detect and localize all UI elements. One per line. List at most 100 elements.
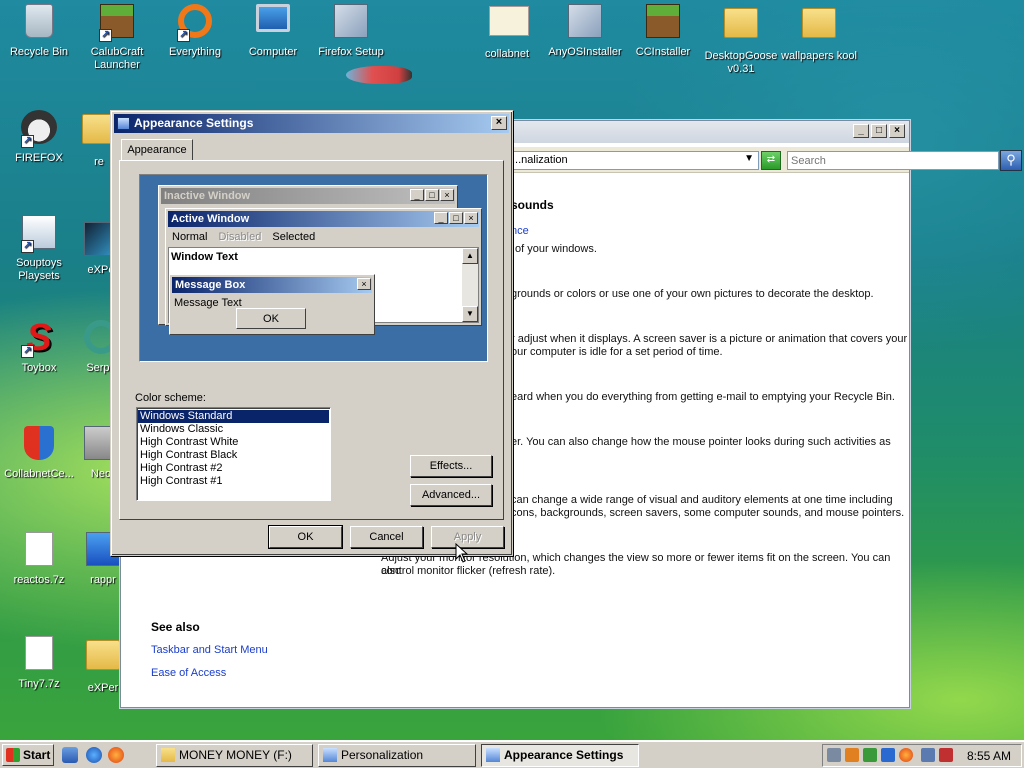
raccoon-icon: ↗ bbox=[21, 110, 57, 148]
desktop-icon-calubcraft[interactable]: ↗ CalubCraft Launcher bbox=[78, 4, 156, 72]
preview-message-box: Message Box × Message Text OK bbox=[169, 274, 375, 335]
search-input[interactable] bbox=[787, 151, 999, 170]
taskbar-start-menu-link[interactable]: Taskbar and Start Menu bbox=[151, 644, 268, 656]
close-icon: × bbox=[440, 189, 454, 201]
color-scheme-listbox[interactable]: Windows Standard Windows Classic High Co… bbox=[136, 407, 331, 501]
desktop-icon-anyosinstaller[interactable]: AnyOSInstaller bbox=[546, 4, 624, 59]
preview-msgbox-title: Message Box bbox=[172, 277, 372, 293]
desktop-icon-ccinstaller[interactable]: CCInstaller bbox=[624, 4, 702, 59]
personalization-icon bbox=[323, 748, 337, 762]
task-appearance-settings[interactable]: Appearance Settings bbox=[481, 744, 639, 767]
see-also-heading: See also bbox=[151, 620, 200, 634]
security-icon[interactable] bbox=[881, 748, 895, 762]
dialog-titlebar[interactable]: Appearance Settings × bbox=[114, 114, 509, 133]
firefox-icon[interactable] bbox=[108, 747, 124, 763]
certificate-icon bbox=[489, 6, 529, 42]
desktop-icon-label: reactos.7z bbox=[13, 574, 65, 586]
advanced-button[interactable]: Advanced... bbox=[410, 484, 492, 506]
preview-menu-bar: Normal Disabled Selected bbox=[168, 229, 319, 245]
scheme-option[interactable]: High Contrast #1 bbox=[138, 475, 329, 488]
desktop-icon-label: Neo bbox=[90, 468, 112, 480]
desktop-icon-wallpapers[interactable]: wallpapers kool bbox=[780, 4, 858, 63]
network-icon[interactable] bbox=[863, 748, 877, 762]
show-desktop-icon[interactable] bbox=[62, 747, 78, 763]
section-heading: sounds bbox=[511, 198, 554, 212]
desktop-icon-label: Recycle Bin bbox=[9, 46, 69, 58]
minimize-button[interactable]: _ bbox=[853, 124, 869, 138]
desktop-icon-label: FIREFOX bbox=[15, 152, 63, 164]
folder-icon bbox=[723, 8, 759, 44]
desktop-icon-collabnet[interactable]: collabnet bbox=[468, 4, 546, 61]
scheme-option[interactable]: High Contrast Black bbox=[138, 449, 329, 462]
task-personalization[interactable]: Personalization bbox=[318, 744, 476, 767]
close-button[interactable]: × bbox=[889, 124, 905, 138]
scroll-up-icon: ▲ bbox=[462, 248, 478, 264]
appearance-preview: Inactive Window _ □ × Active Window _ □ … bbox=[139, 174, 488, 362]
cancel-button[interactable]: Cancel bbox=[350, 526, 423, 548]
task-label: Appearance Settings bbox=[504, 748, 624, 762]
mouse-cursor-icon bbox=[455, 543, 469, 563]
document-icon bbox=[21, 636, 57, 672]
desktop-icon-label: wallpapers kool bbox=[781, 50, 857, 62]
preview-active-title: Active Window bbox=[168, 211, 479, 227]
desktop-icon-label: rappr bbox=[90, 574, 116, 586]
windows-description: of your windows. bbox=[515, 243, 597, 255]
desktop-icon-label: Firefox Setup bbox=[318, 46, 384, 58]
desktop-icon-label: collabnet bbox=[484, 48, 530, 60]
desktop-icon-everything[interactable]: ↗ Everything bbox=[156, 4, 234, 59]
search-icon[interactable]: ⚲ bbox=[1000, 150, 1022, 171]
desktop: Recycle Bin ↗ CalubCraft Launcher ↗ Ever… bbox=[0, 0, 1024, 740]
grass-block-icon bbox=[645, 4, 681, 40]
maximize-button[interactable]: □ bbox=[871, 124, 887, 138]
ease-of-access-link[interactable]: Ease of Access bbox=[151, 667, 226, 679]
maximize-icon: □ bbox=[449, 212, 463, 224]
volume-icon[interactable] bbox=[939, 748, 953, 762]
effects-button[interactable]: Effects... bbox=[410, 455, 492, 477]
desktop-icon-label: Tiny7.7z bbox=[18, 678, 60, 690]
preview-scrollbar: ▲ ▼ bbox=[462, 248, 478, 322]
chevron-down-icon[interactable]: ▼ bbox=[744, 153, 754, 164]
screensaver-description-2: our computer is idle for a set period of… bbox=[511, 346, 723, 358]
go-button[interactable]: ⇄ bbox=[761, 151, 781, 170]
ok-button[interactable]: OK bbox=[268, 525, 343, 549]
display-icon[interactable] bbox=[921, 748, 935, 762]
desktop-icon-firefox-setup[interactable]: Firefox Setup bbox=[312, 4, 390, 59]
search-icon[interactable] bbox=[899, 748, 913, 762]
scheme-option[interactable]: High Contrast #2 bbox=[138, 462, 329, 475]
scheme-option[interactable]: High Contrast White bbox=[138, 436, 329, 449]
recycle-bin-icon bbox=[21, 4, 57, 40]
color-scheme-label: Color scheme: bbox=[135, 392, 206, 404]
taskbar: Start MONEY MONEY (F:) Personalization A… bbox=[0, 740, 1024, 768]
tray-arrow-icon[interactable] bbox=[827, 748, 841, 762]
document-icon bbox=[21, 532, 57, 568]
start-button[interactable]: Start bbox=[2, 744, 54, 766]
preview-ok-button: OK bbox=[236, 308, 306, 329]
app-icon: ↗ bbox=[21, 215, 57, 253]
appearance-link[interactable]: nce bbox=[511, 225, 529, 237]
sounds-description: eard when you do everything from getting… bbox=[511, 391, 895, 403]
tab-appearance[interactable]: Appearance bbox=[121, 139, 193, 161]
desktop-description: grounds or colors or use one of your own… bbox=[511, 288, 874, 300]
dialog-title: Appearance Settings bbox=[134, 116, 254, 130]
close-button[interactable]: × bbox=[491, 116, 507, 130]
close-icon: × bbox=[464, 212, 478, 224]
scheme-option[interactable]: Windows Standard bbox=[138, 410, 329, 423]
shortcut-arrow-icon: ↗ bbox=[177, 29, 190, 42]
windows-logo-icon bbox=[6, 748, 20, 762]
desktop-icon-computer[interactable]: Computer bbox=[234, 4, 312, 59]
appearance-tab-panel: Inactive Window _ □ × Active Window _ □ … bbox=[119, 160, 504, 520]
preview-menu-selected: Selected bbox=[272, 231, 316, 243]
internet-explorer-icon[interactable] bbox=[86, 747, 102, 763]
display-description-2: control monitor flicker (refresh rate). bbox=[381, 565, 556, 577]
scheme-option[interactable]: Windows Classic bbox=[138, 423, 329, 436]
desktop-fish-icon bbox=[346, 66, 412, 84]
shortcut-arrow-icon: ↗ bbox=[99, 29, 112, 42]
desktop-icon-recycle-bin[interactable]: Recycle Bin bbox=[0, 4, 78, 59]
shield-icon[interactable] bbox=[845, 748, 859, 762]
desktop-icon-label: AnyOSInstaller bbox=[548, 46, 622, 58]
address-combo[interactable]: ...nalization ▼ bbox=[507, 151, 759, 170]
desktop-icon-desktopgoose[interactable]: DesktopGoose v0.31 bbox=[702, 4, 780, 76]
preview-window-text: Window Text bbox=[171, 251, 238, 263]
minimize-icon: _ bbox=[434, 212, 448, 224]
task-money-money[interactable]: MONEY MONEY (F:) bbox=[156, 744, 313, 767]
